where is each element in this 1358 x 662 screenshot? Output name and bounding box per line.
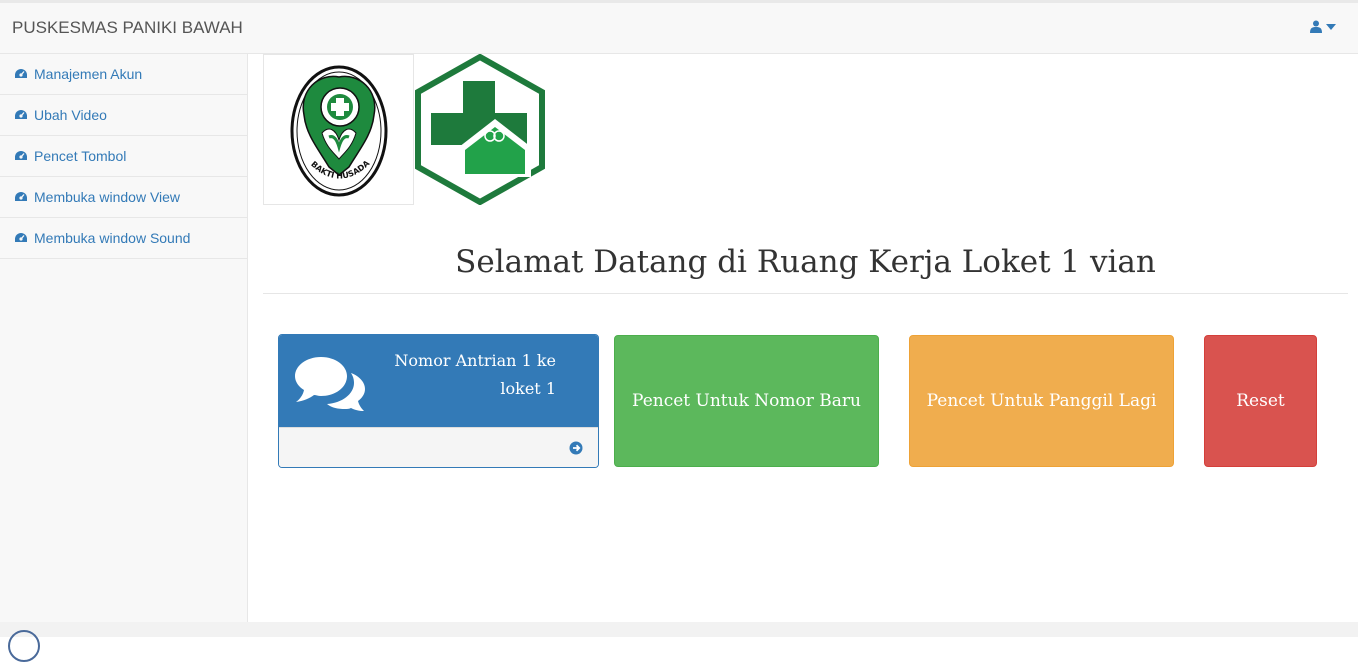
main-content: BAKTI HUSADA Selamat Datang di Ruang Ker…: [248, 53, 1358, 622]
bakti-husada-logo: BAKTI HUSADA: [263, 54, 414, 205]
new-number-button[interactable]: Pencet Untuk Nomor Baru: [614, 335, 879, 467]
reset-button[interactable]: Reset: [1204, 335, 1317, 467]
dashboard-icon: [15, 151, 27, 160]
arrow-circle-right-icon[interactable]: [569, 441, 583, 455]
sidebar-item-label: Manajemen Akun: [34, 66, 143, 82]
queue-panel-footer[interactable]: [279, 427, 598, 467]
sidebar-item-label: Pencet Tombol: [34, 148, 127, 164]
sidebar-item-label: Ubah Video: [34, 107, 107, 123]
footer-circle-icon: [8, 630, 40, 662]
dashboard-icon: [15, 110, 27, 119]
footer-strip: [0, 622, 1358, 637]
dashboard-icon: [15, 192, 27, 201]
sidebar-item-pencet-tombol[interactable]: Pencet Tombol: [0, 136, 247, 177]
user-menu-toggle[interactable]: [1310, 20, 1336, 33]
puskesmas-logo: [413, 53, 547, 206]
queue-panel-heading: Nomor Antrian 1 ke loket 1: [279, 335, 598, 427]
sidebar-item-label: Membuka window View: [34, 189, 181, 205]
user-icon: [1310, 20, 1322, 33]
call-again-button[interactable]: Pencet Untuk Panggil Lagi: [909, 335, 1174, 467]
sidebar-item-ubah-video[interactable]: Ubah Video: [0, 95, 247, 136]
sidebar-item-manajemen-akun[interactable]: Manajemen Akun: [0, 54, 247, 95]
queue-number-text: Nomor Antrian 1 ke loket 1: [394, 351, 556, 398]
divider: [263, 293, 1348, 294]
top-navbar: PUSKESMAS PANIKI BAWAH: [0, 0, 1358, 54]
sidebar-item-window-sound[interactable]: Membuka window Sound: [0, 218, 247, 259]
brand-title[interactable]: PUSKESMAS PANIKI BAWAH: [12, 18, 243, 38]
sidebar-item-window-view[interactable]: Membuka window View: [0, 177, 247, 218]
page-title: Selamat Datang di Ruang Kerja Loket 1 vi…: [455, 244, 1156, 280]
caret-down-icon: [1326, 23, 1336, 30]
sidebar-item-label: Membuka window Sound: [34, 230, 191, 246]
dashboard-icon: [15, 69, 27, 78]
queue-panel[interactable]: Nomor Antrian 1 ke loket 1: [278, 334, 599, 468]
dashboard-icon: [15, 233, 27, 242]
sidebar: Manajemen Akun Ubah Video Pencet Tombol …: [0, 54, 248, 622]
